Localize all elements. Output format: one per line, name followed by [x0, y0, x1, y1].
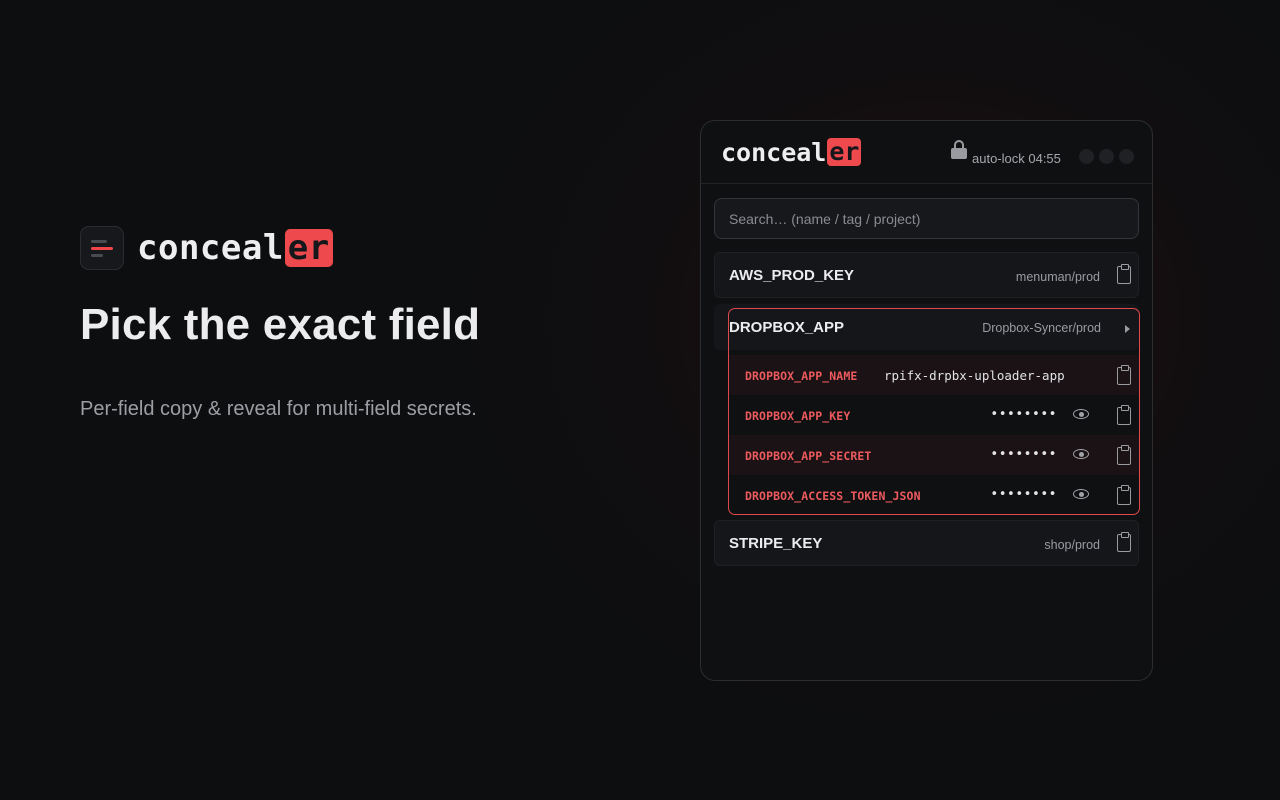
headline: Pick the exact field: [80, 300, 481, 349]
popup-header: conceal er auto-lock 04:55: [701, 121, 1152, 184]
subline: Per-field copy & reveal for multi-field …: [80, 398, 477, 420]
clipboard-icon[interactable]: [1117, 531, 1131, 552]
popup-logo-highlight: er: [827, 137, 862, 166]
clipboard-icon[interactable]: [1117, 263, 1131, 284]
selected-secret-outline: [728, 308, 1140, 515]
secret-project: menuman/prod: [1015, 270, 1100, 284]
brand-wordmark: conceal er: [137, 228, 333, 268]
window-controls: [1079, 149, 1134, 164]
window-dot-1[interactable]: [1079, 149, 1094, 164]
secret-row-aws[interactable]: AWS_PROD_KEY menuman/prod: [714, 252, 1139, 298]
extension-popup: concealer auto-lock 04:55 AWS_PROD_KEY m…: [700, 120, 1153, 681]
lock-icon[interactable]: [951, 140, 967, 160]
wordmark-main: conceal: [137, 228, 284, 268]
wordmark-highlight: er: [284, 229, 333, 267]
app-logo-icon: [80, 226, 124, 270]
popup-logo: conceal er: [721, 137, 862, 167]
secret-project: shop/prod: [1044, 538, 1100, 552]
brand-row: conceal er: [80, 226, 640, 270]
autolock-timer: auto-lock 04:55: [972, 151, 1061, 166]
hero-section: conceal er Pick the exact field Per-field…: [80, 226, 640, 421]
window-dot-2[interactable]: [1099, 149, 1114, 164]
secret-row-stripe[interactable]: STRIPE_KEY shop/prod: [714, 520, 1139, 566]
popup-logo-main: conceal: [721, 137, 827, 167]
window-dot-3[interactable]: [1119, 149, 1134, 164]
secret-name: AWS_PROD_KEY: [729, 267, 855, 284]
secret-name: STRIPE_KEY: [729, 535, 823, 552]
search-input[interactable]: [714, 198, 1139, 239]
